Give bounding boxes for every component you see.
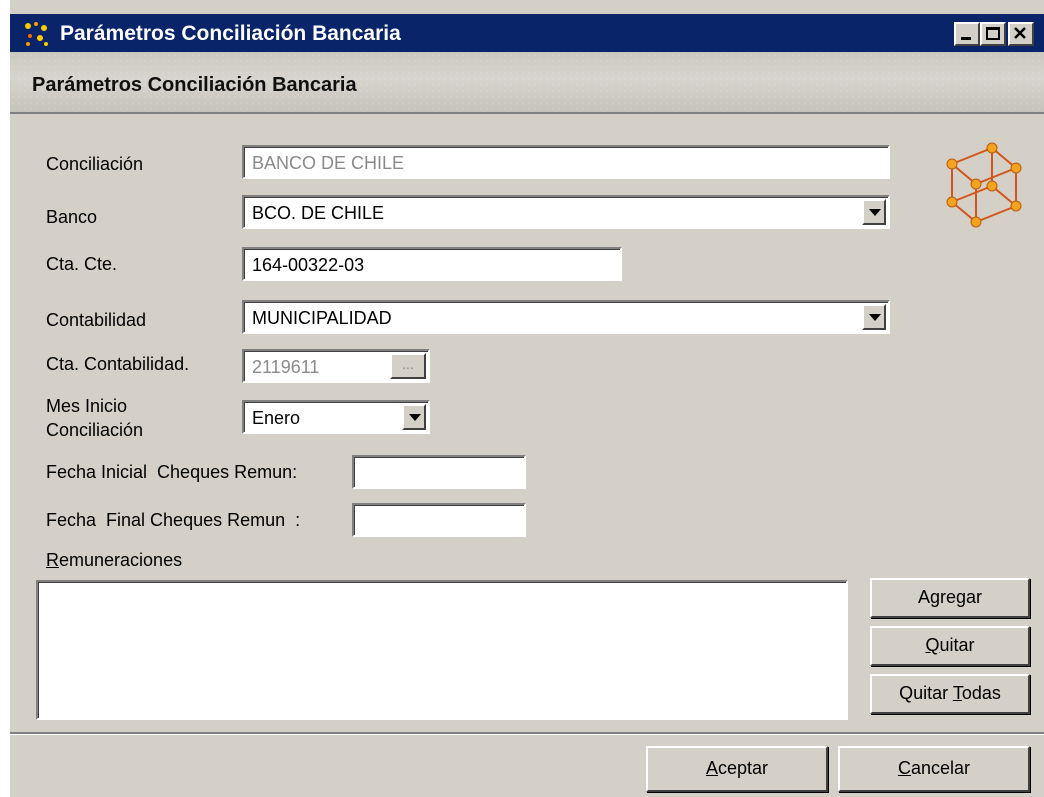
conciliacion-field[interactable]: BANCO DE CHILE	[242, 145, 890, 179]
minimize-button[interactable]	[954, 22, 980, 46]
dialog-window: Parámetros Conciliación Bancaria Parámet…	[0, 0, 1044, 797]
title-bar[interactable]: Parámetros Conciliación Bancaria	[10, 14, 1044, 52]
cta-cte-field[interactable]: 164-00322-03	[242, 247, 622, 281]
cancelar-rest: ancelar	[910, 758, 971, 778]
cta-cte-label: Cta. Cte.	[46, 254, 118, 274]
mes-inicio-label-line1: Mes Inicio	[46, 396, 128, 416]
fecha-final-field[interactable]	[352, 503, 526, 537]
cta-contabilidad-value: 2119611	[252, 357, 320, 377]
minimize-icon	[961, 37, 971, 40]
agregar-button[interactable]: Agregar	[870, 578, 1030, 618]
agregar-rest: regar	[940, 587, 983, 607]
browse-button[interactable]: ...	[390, 353, 426, 379]
chevron-down-icon[interactable]	[862, 304, 886, 330]
remuneraciones-list[interactable]	[36, 580, 848, 720]
remuneraciones-label: Remuneraciones	[46, 550, 182, 570]
contabilidad-value: MUNICIPALIDAD	[252, 308, 392, 328]
cancelar-button[interactable]: Cancelar	[838, 746, 1030, 792]
cta-contabilidad-label: Cta. Contabilidad.	[46, 354, 190, 374]
remuneraciones-accel: R	[46, 550, 59, 570]
footer-separator	[10, 732, 1044, 735]
quitar-rest: uitar	[939, 635, 975, 655]
fecha-final-label: Fecha Final Cheques Remun :	[46, 510, 301, 530]
quitar-todas-button[interactable]: Quitar Todas	[870, 674, 1030, 714]
fecha-inicial-label: Fecha Inicial Cheques Remun:	[46, 462, 298, 482]
quitar-accel: Q	[925, 635, 940, 655]
chevron-down-icon[interactable]	[862, 199, 886, 225]
contabilidad-select[interactable]: MUNICIPALIDAD	[242, 300, 890, 334]
mes-inicio-value: Enero	[252, 408, 301, 428]
mes-inicio-select[interactable]: Enero	[242, 400, 430, 434]
mes-inicio-label-line2: Conciliación	[46, 420, 144, 440]
aceptar-button[interactable]: Aceptar	[646, 746, 828, 792]
app-icon	[25, 22, 48, 46]
agregar-prefix: A	[917, 587, 930, 607]
window-title: Parámetros Conciliación Bancaria	[60, 22, 401, 45]
fecha-inicial-field[interactable]	[352, 455, 526, 489]
banco-label: Banco	[46, 207, 98, 227]
maximize-button[interactable]	[980, 22, 1006, 46]
close-icon	[1014, 27, 1026, 39]
cancelar-accel: C	[897, 758, 911, 778]
banco-value: BCO. DE CHILE	[252, 203, 385, 223]
restore-icon	[986, 27, 1000, 40]
quitar-button[interactable]: Quitar	[870, 626, 1030, 666]
close-button[interactable]	[1008, 22, 1034, 46]
contabilidad-label: Contabilidad	[46, 310, 147, 330]
aceptar-accel: A	[705, 758, 718, 778]
header-banner: Parámetros Conciliación Bancaria	[10, 52, 1044, 114]
conciliacion-label: Conciliación	[46, 154, 144, 174]
cta-contabilidad-field[interactable]: 2119611 ...	[242, 349, 430, 383]
quitar-todas-accel: T	[952, 683, 962, 703]
cube-icon	[946, 142, 1022, 228]
header-title: Parámetros Conciliación Bancaria	[32, 74, 357, 96]
banco-select[interactable]: BCO. DE CHILE	[242, 195, 890, 229]
quitar-todas-prefix: Quitar	[899, 683, 953, 703]
window-frame-edge	[0, 0, 10, 797]
remuneraciones-rest: emuneraciones	[59, 550, 183, 570]
quitar-todas-rest: odas	[961, 683, 1001, 703]
agregar-accel: g	[929, 587, 940, 607]
chevron-down-icon[interactable]	[402, 404, 426, 430]
aceptar-rest: ceptar	[717, 758, 769, 778]
